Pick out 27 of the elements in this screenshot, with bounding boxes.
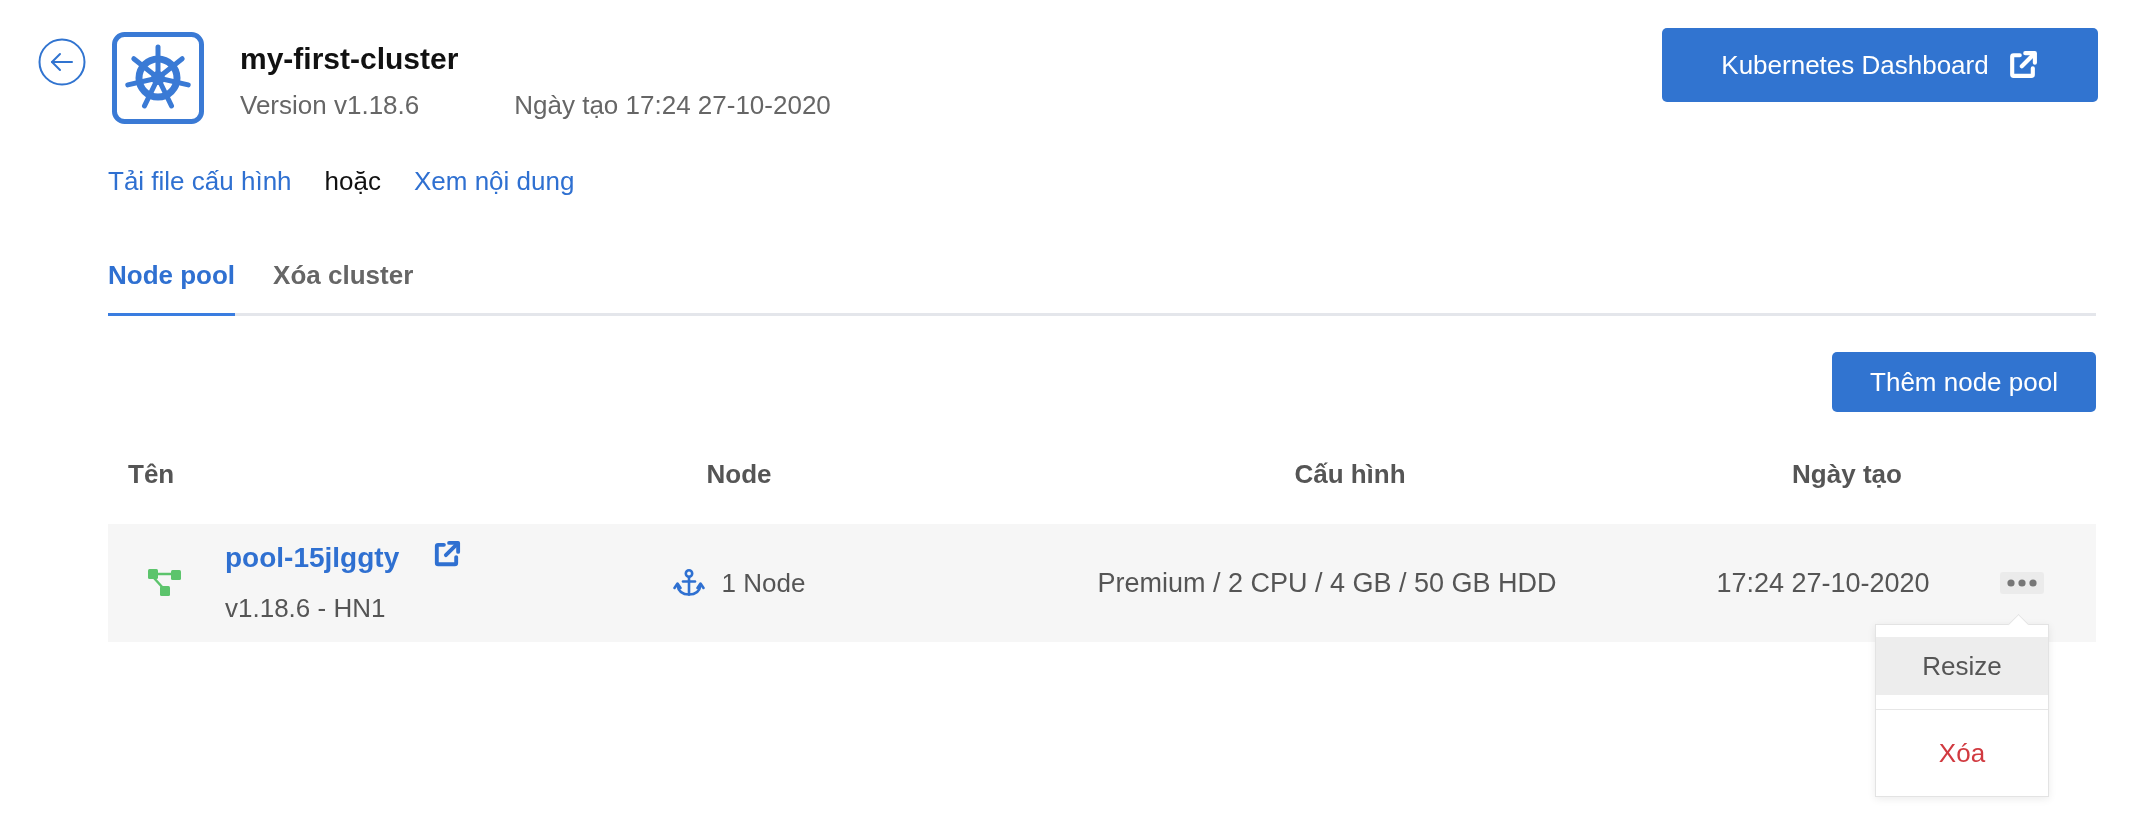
ellipsis-icon xyxy=(2007,579,2037,587)
config-text: Premium / 2 CPU / 4 GB / 50 GB HDD xyxy=(1097,567,1557,599)
config-link[interactable]: Xem nội dung xyxy=(413,165,575,197)
config-link[interactable]: Tải file cấu hình xyxy=(108,165,292,197)
cluster-name: my-first-cluster xyxy=(240,42,460,76)
tab[interactable]: Xóa cluster xyxy=(273,259,414,316)
pool-version: v1.18.6 - HN1 xyxy=(225,592,387,625)
version-text: Version v1.18.6 xyxy=(240,89,420,121)
created-date: Ngày tạo 17:24 27-10-2020 xyxy=(514,89,831,121)
dashboard-button[interactable]: Kubernetes Dashboard xyxy=(1662,28,2098,102)
anchor-icon xyxy=(672,569,705,597)
created-date: 17:24 27-10-2020 xyxy=(1716,567,1930,599)
add-node-pool-button[interactable]: Thêm node pool xyxy=(1832,352,2096,412)
separator-text: hoặc xyxy=(324,165,381,197)
menu-item[interactable]: Resize xyxy=(1876,637,2048,695)
more-button[interactable] xyxy=(2000,572,2044,594)
column-header: Cấu hình xyxy=(1294,458,1406,490)
column-header: Ngày tạo xyxy=(1792,458,1902,490)
menu-item[interactable]: Xóa xyxy=(1876,724,2048,782)
node-tree-icon xyxy=(148,569,181,597)
pool-name-link[interactable]: pool-15jlggty xyxy=(225,540,400,576)
back-icon[interactable] xyxy=(38,38,86,86)
node-count: 1 Node xyxy=(721,567,806,599)
helm-wheel-icon xyxy=(112,32,204,124)
column-header: Tên xyxy=(128,458,175,490)
tab[interactable]: Node pool xyxy=(108,259,236,316)
column-header: Node xyxy=(706,458,772,490)
